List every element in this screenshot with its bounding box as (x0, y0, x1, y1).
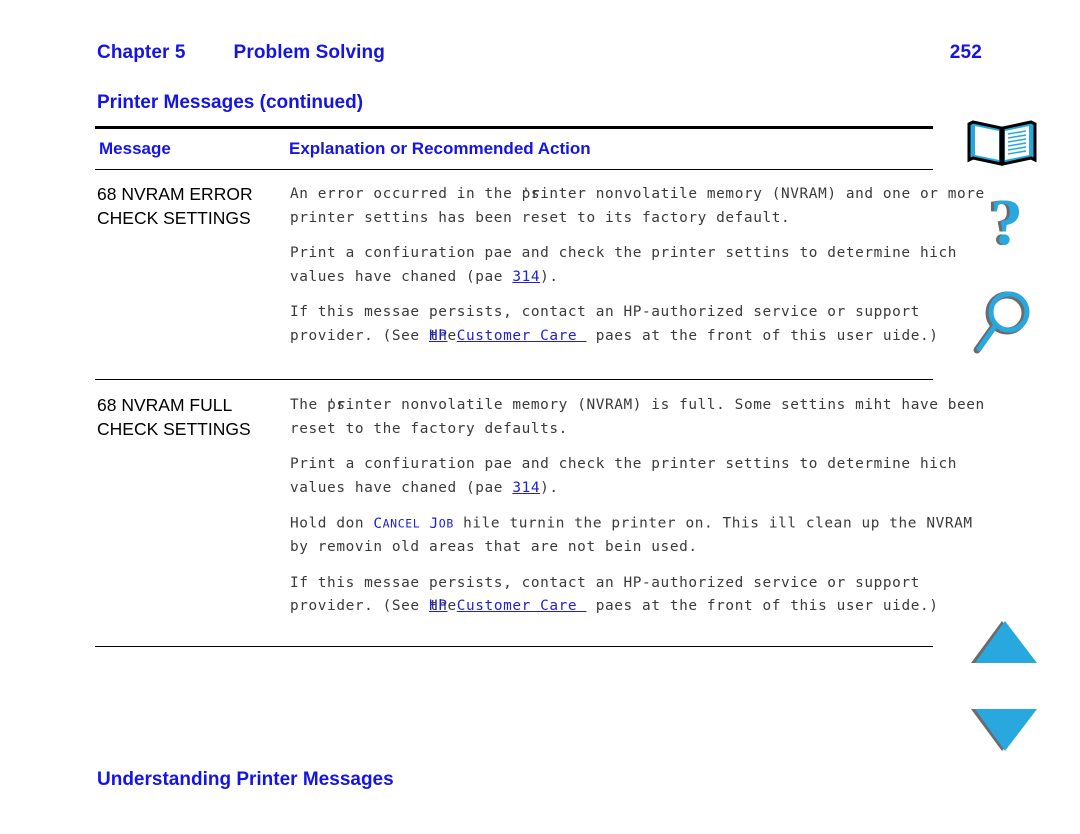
table-row: 68 NVRAM FULL CHECK SETTINGS (97, 393, 251, 441)
paragraph: An error occurred in the printer's nonvo… (290, 183, 990, 230)
paragraph: Print a confiuration pae and check the p… (290, 245, 967, 285)
overlapping-text-artifact: the HP (428, 327, 457, 344)
paragraph: Print a confiuration pae and check the p… (290, 456, 967, 496)
paragraph: If this messae persists, contact an HP-a… (290, 301, 990, 348)
svg-text:?: ? (990, 186, 1023, 259)
explanation-cell-2: The printer's nonvolatile memory (NVRAM)… (290, 394, 990, 619)
paragraph: Hold don CANCEL JOB hile turnin the prin… (290, 515, 982, 556)
triangle-down-icon[interactable] (969, 706, 1039, 754)
hyperlink[interactable]: Customer Care (457, 328, 587, 344)
explanation-cell-1: An error occurred in the printer's nonvo… (290, 183, 990, 348)
column-header-message: Message (99, 139, 171, 158)
table-row-divider-1 (95, 379, 933, 380)
hyperlink[interactable]: 314 (512, 269, 540, 285)
triangle-up-icon[interactable] (969, 618, 1039, 666)
overlapping-text-artifact: the HP (428, 598, 457, 614)
chapter-label: Chapter 5 (97, 42, 186, 63)
paragraph: If this messae persists, contact an HP-a… (290, 572, 990, 619)
page-number: 252 (949, 42, 982, 63)
message-name-line1: 68 NVRAM FULL (97, 395, 233, 415)
message-name-line1: 68 NVRAM ERROR (97, 184, 253, 204)
table-top-rule (95, 126, 933, 129)
table-bottom-rule (95, 646, 933, 647)
message-name-line2: CHECK SETTINGS (97, 208, 251, 228)
control-panel-key-label: JOB (429, 515, 454, 532)
message-name-line2: CHECK SETTINGS (97, 419, 251, 439)
table-title: Printer Messages (continued) (97, 92, 364, 113)
table-row: 68 NVRAM ERROR CHECK SETTINGS (97, 182, 253, 230)
paragraph: The printer's nonvolatile memory (NVRAM)… (290, 394, 990, 441)
column-header-action: Explanation or Recommended Action (289, 139, 591, 158)
control-panel-key-label: CANCEL (373, 515, 421, 532)
magnifier-icon[interactable] (963, 288, 1041, 364)
book-icon[interactable] (963, 114, 1041, 170)
document-page: Chapter 5 Problem Solving 252 Printer Me… (0, 0, 1080, 834)
breadcrumb: Chapter 5 Problem Solving (97, 42, 385, 64)
question-mark-icon[interactable]: ? ? (963, 184, 1041, 266)
hyperlink[interactable]: Customer Care (457, 598, 587, 614)
footer-section-title: Understanding Printer Messages (97, 769, 394, 790)
overlapping-text-artifact: printer's (521, 186, 587, 202)
overlapping-text-artifact: printer's (327, 397, 392, 413)
hyperlink[interactable]: 314 (512, 480, 540, 496)
table-header-rule (95, 169, 933, 170)
chapter-title: Problem Solving (233, 42, 385, 63)
